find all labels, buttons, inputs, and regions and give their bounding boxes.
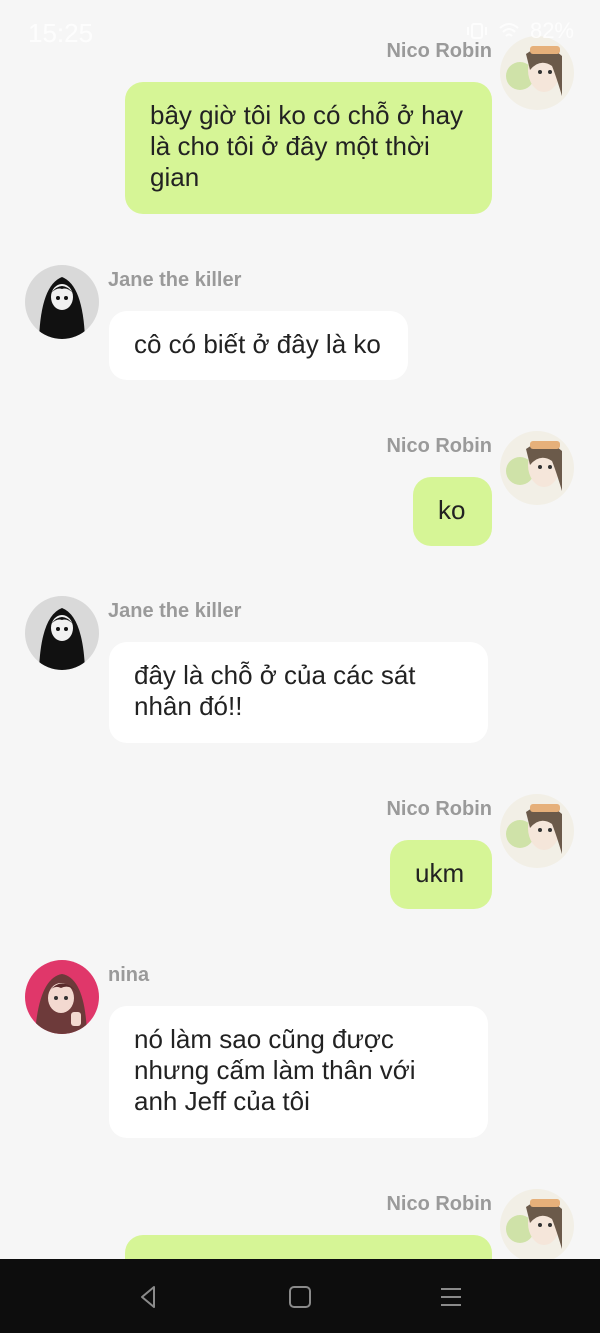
battery-level: 82% — [529, 18, 574, 43]
message-text: ukm — [415, 858, 465, 888]
avatar[interactable] — [25, 265, 99, 339]
nico-robin-avatar-icon — [500, 431, 574, 505]
message-bubble[interactable]: bây giờ tôi ko có chỗ ở hay là cho tôi ở… — [125, 82, 492, 214]
message-text: bây giờ tôi ko có chỗ ở hay là cho tôi ở… — [150, 100, 464, 192]
message-bubble[interactable]: nó làm sao cũng được nhưng cấm làm thân … — [109, 1006, 488, 1138]
status-bar: 15:25 82% — [0, 0, 600, 70]
sender-name: Jane the killer — [108, 269, 242, 291]
nico-robin-avatar-icon — [500, 794, 574, 868]
jane-the-killer-avatar-icon — [25, 596, 99, 670]
avatar[interactable] — [25, 596, 99, 670]
sender-name: nina — [108, 964, 150, 986]
sender-name: Nico Robin — [386, 1193, 492, 1215]
message-text: nó làm sao cũng được nhưng cấm làm thân … — [134, 1024, 416, 1116]
message-text: ko — [438, 495, 466, 525]
message-bubble[interactable]: cô có biết ở đây là ko — [109, 311, 408, 380]
message-text: cô có biết ở đây là ko — [134, 329, 381, 359]
message-bubble[interactable]: ukm — [390, 840, 492, 909]
message-bubble[interactable]: ko — [413, 477, 492, 546]
nina-avatar-icon — [25, 960, 99, 1034]
avatar[interactable] — [500, 794, 574, 868]
vibrate-icon — [466, 23, 487, 39]
navigation-bar — [0, 1259, 600, 1333]
sender-name: Nico Robin — [386, 435, 492, 457]
status-time: 15:25 — [28, 18, 94, 48]
jane-the-killer-avatar-icon — [25, 265, 99, 339]
sender-name: Jane the killer — [108, 600, 242, 622]
message-bubble[interactable]: đây là chỗ ở của các sát nhân đó!! — [109, 642, 488, 743]
status-icons: 82% — [466, 18, 574, 44]
avatar[interactable] — [25, 960, 99, 1034]
home-icon[interactable] — [287, 1285, 313, 1309]
avatar[interactable] — [500, 431, 574, 505]
avatar[interactable] — [500, 1189, 574, 1263]
recent-apps-icon[interactable] — [438, 1285, 464, 1309]
nico-robin-avatar-icon — [500, 1189, 574, 1263]
back-icon[interactable] — [136, 1285, 162, 1309]
sender-name: Nico Robin — [386, 798, 492, 820]
wifi-icon — [499, 23, 519, 37]
message-text: đây là chỗ ở của các sát nhân đó!! — [134, 660, 416, 721]
